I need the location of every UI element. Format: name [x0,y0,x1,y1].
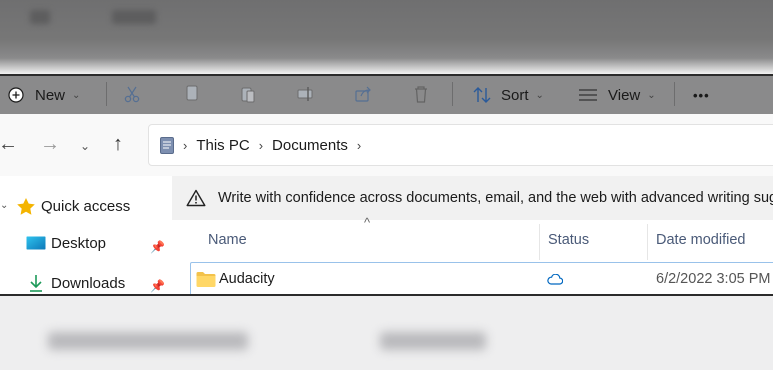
breadcrumb-chevron-icon: › [183,137,188,153]
pin-icon[interactable]: 📌 [150,240,165,254]
column-divider[interactable] [539,224,540,260]
blurred-element [48,332,248,350]
sort-button[interactable]: Sort ⌄ [472,76,544,114]
divider [452,82,453,106]
breadcrumb-this-pc[interactable]: This PC [196,137,249,154]
recent-locations-chevron-icon[interactable]: ⌄ [80,136,90,156]
blurred-element [30,10,50,24]
navigation-bar: ← → ⌄ ↑ › This PC › Documents › [0,114,773,176]
blurred-row-area [0,296,773,370]
copy-icon[interactable] [184,85,200,103]
sort-up-chevron-icon: ^ [364,215,371,230]
blurred-title-area [0,0,773,74]
column-headers: ^ Name Status Date modified [172,215,773,260]
pin-icon[interactable]: 📌 [150,279,165,293]
share-icon[interactable] [355,85,371,103]
sidebar-item-quick-access[interactable]: Quick access [16,197,130,216]
view-button[interactable]: View ⌄ [578,76,656,114]
blurred-element [380,332,486,350]
sort-arrows-icon [473,87,491,103]
new-label: New [35,86,66,104]
desktop-icon [26,236,46,249]
sidebar-item-label: Downloads [51,274,126,292]
column-header-status[interactable]: Status [548,232,589,248]
star-icon [17,198,35,215]
divider [106,82,107,106]
rename-icon[interactable] [297,85,313,103]
sort-label: Sort [501,86,529,104]
expand-chevron-icon[interactable]: ⌄ [0,200,8,211]
sidebar-item-desktop[interactable]: Desktop [26,235,106,252]
chevron-down-icon: ⌄ [535,89,544,101]
blurred-element [112,10,156,24]
info-banner-text: Write with confidence across documents, … [218,190,773,206]
column-header-name[interactable]: Name [208,232,247,248]
view-label: View [608,86,641,104]
chevron-down-icon: ⌄ [647,89,656,101]
command-bar: New ⌄ Sort ⌄ View ⌄ ••• [0,76,773,114]
breadcrumb-documents[interactable]: Documents [272,137,348,154]
cut-icon[interactable] [124,85,140,103]
file-list-pane: Write with confidence across documents, … [172,176,773,294]
chevron-down-icon: ⌄ [72,89,81,101]
column-header-date-modified[interactable]: Date modified [656,232,745,248]
document-icon [160,136,174,154]
column-divider[interactable] [647,224,648,260]
address-bar[interactable]: › This PC › Documents › [148,124,773,166]
forward-arrow-icon[interactable]: → [40,134,60,154]
plus-circle-icon [8,87,24,103]
info-banner: Write with confidence across documents, … [172,176,773,220]
cloud-icon [547,274,563,285]
delete-icon[interactable] [413,85,429,103]
download-arrow-icon [30,275,42,292]
divider [674,82,675,106]
view-lines-icon [579,89,597,101]
sidebar-item-label: Quick access [41,198,131,215]
table-row[interactable]: Audacity 6/2/2022 3:05 PM [190,262,773,294]
folder-icon [196,272,216,287]
file-name: Audacity [219,271,275,287]
breadcrumb-chevron-icon: › [258,137,264,153]
breadcrumb-chevron-icon[interactable]: › [357,138,361,153]
paste-icon[interactable] [240,85,256,103]
sidebar-item-downloads[interactable]: Downloads [28,274,125,292]
new-button[interactable]: New ⌄ [8,76,80,114]
more-options-button[interactable]: ••• [693,76,710,114]
file-date-modified: 6/2/2022 3:05 PM [656,271,771,287]
up-arrow-icon[interactable]: ↑ [113,134,123,154]
back-arrow-icon[interactable]: ← [0,134,18,154]
sidebar-item-label: Desktop [51,235,107,252]
warning-icon [186,189,206,207]
file-explorer-window: New ⌄ Sort ⌄ View ⌄ ••• ← → ⌄ ↑ › This P… [0,74,773,296]
navigation-pane: ⌄ Quick access Desktop 📌 Downloads 📌 [0,176,172,294]
